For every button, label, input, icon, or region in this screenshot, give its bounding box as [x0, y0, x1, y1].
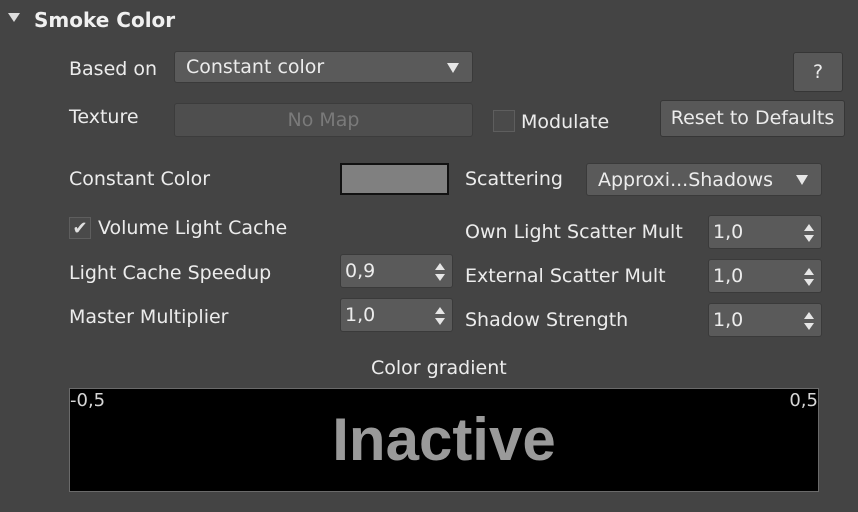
spin-down-arrow-icon[interactable] [435, 318, 445, 325]
texture-map-button[interactable]: No Map [174, 103, 473, 137]
own-light-scatter-mult-label: Own Light Scatter Mult [465, 221, 683, 243]
based-on-value: Constant color [186, 56, 325, 78]
shadow-strength-label: Shadow Strength [465, 309, 629, 331]
scattering-label: Scattering [465, 168, 563, 190]
light-cache-speedup-value: 0,9 [345, 260, 376, 282]
based-on-dropdown[interactable]: Constant color [174, 51, 473, 83]
spin-down-arrow-icon[interactable] [804, 323, 814, 330]
constant-color-swatch[interactable] [340, 163, 449, 195]
chevron-down-icon [447, 63, 459, 73]
scattering-value: Approxi...Shadows [598, 169, 774, 191]
checkmark-icon: ✔ [72, 218, 88, 239]
collapse-arrow-icon[interactable] [8, 13, 20, 22]
spin-up-arrow-icon[interactable] [804, 268, 814, 275]
light-cache-speedup-label: Light Cache Speedup [69, 262, 272, 284]
chevron-down-icon [796, 175, 808, 185]
master-multiplier-label: Master Multiplier [69, 306, 229, 328]
modulate-checkbox[interactable] [493, 110, 515, 132]
master-multiplier-spinner[interactable]: 1,0 [340, 298, 453, 332]
shadow-strength-spinner[interactable]: 1,0 [708, 303, 822, 337]
own-light-scatter-mult-value: 1,0 [713, 221, 744, 243]
texture-label: Texture [69, 106, 139, 128]
smoke-color-panel: Smoke Color Based on Constant color ? Te… [0, 0, 858, 512]
section-header[interactable]: Smoke Color [0, 0, 858, 42]
spin-up-arrow-icon[interactable] [435, 263, 445, 270]
section-title: Smoke Color [34, 8, 176, 32]
spin-up-arrow-icon[interactable] [435, 307, 445, 314]
spin-up-arrow-icon[interactable] [804, 224, 814, 231]
external-scatter-mult-spinner[interactable]: 1,0 [708, 259, 822, 293]
shadow-strength-value: 1,0 [713, 309, 744, 331]
based-on-label: Based on [69, 58, 158, 80]
spin-down-arrow-icon[interactable] [804, 235, 814, 242]
color-gradient-widget[interactable]: -0,5 0,5 Inactive [69, 388, 819, 492]
spin-down-arrow-icon[interactable] [435, 274, 445, 281]
reset-to-defaults-button[interactable]: Reset to Defaults [660, 100, 845, 137]
volume-light-cache-checkbox[interactable]: ✔ [69, 217, 91, 239]
modulate-label: Modulate [521, 111, 610, 133]
scattering-dropdown[interactable]: Approxi...Shadows [586, 163, 822, 196]
constant-color-label: Constant Color [69, 168, 211, 190]
external-scatter-mult-value: 1,0 [713, 265, 744, 287]
light-cache-speedup-spinner[interactable]: 0,9 [340, 254, 453, 288]
color-gradient-label: Color gradient [371, 357, 507, 379]
gradient-status-text: Inactive [332, 406, 556, 473]
own-light-scatter-mult-spinner[interactable]: 1,0 [708, 215, 822, 249]
spin-down-arrow-icon[interactable] [804, 279, 814, 286]
master-multiplier-value: 1,0 [345, 304, 376, 326]
spin-up-arrow-icon[interactable] [804, 312, 814, 319]
volume-light-cache-label: Volume Light Cache [98, 217, 288, 239]
help-button[interactable]: ? [793, 52, 843, 92]
external-scatter-mult-label: External Scatter Mult [465, 265, 666, 287]
